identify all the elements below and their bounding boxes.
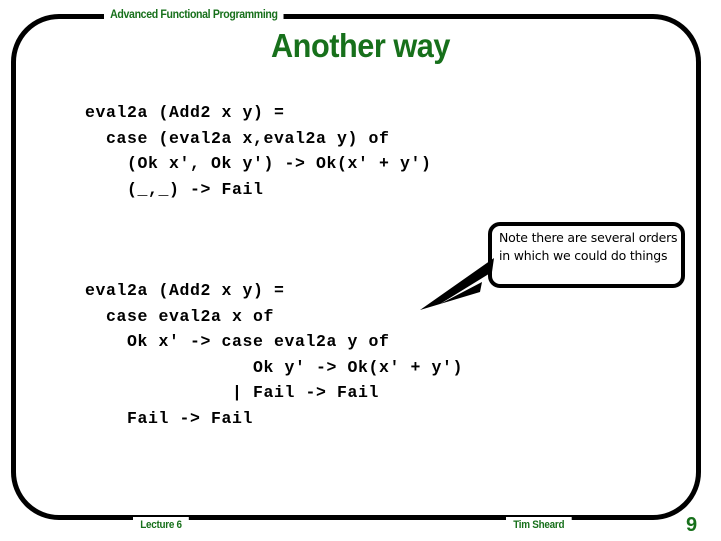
slide-canvas: Advanced Functional Programming Another … [0,0,721,541]
callout-text: Note there are several orders in which w… [499,230,678,263]
code-line: Ok y' -> Ok(x' + y') [85,357,464,377]
callout-bubble: Note there are several orders in which w… [488,222,685,288]
code-block-first: eval2a (Add2 x y) = case (eval2a x,eval2… [85,100,432,202]
code-line: eval2a (Add2 x y) = [85,103,285,122]
code-line: case (eval2a x,eval2a y) of [85,128,390,148]
code-line: eval2a (Add2 x y) = [85,281,285,300]
footer-author-label: Tim Sheard [506,517,572,533]
code-line: Fail -> Fail [85,408,254,428]
code-block-second: eval2a (Add2 x y) = case eval2a x of Ok … [85,278,463,431]
code-line: Ok x' -> case eval2a y of [85,332,390,351]
page-number: 9 [686,514,698,536]
page-title: Another way [270,27,451,64]
course-header-label: Advanced Functional Programming [104,5,284,23]
code-line: case eval2a x of [85,306,275,326]
footer-lecture-label: Lecture 6 [133,517,189,533]
code-line: | Fail -> Fail [85,383,380,402]
code-line: (_,_) -> Fail [85,179,264,199]
code-line: (Ok x', Ok y') -> Ok(x' + y') [85,154,432,173]
